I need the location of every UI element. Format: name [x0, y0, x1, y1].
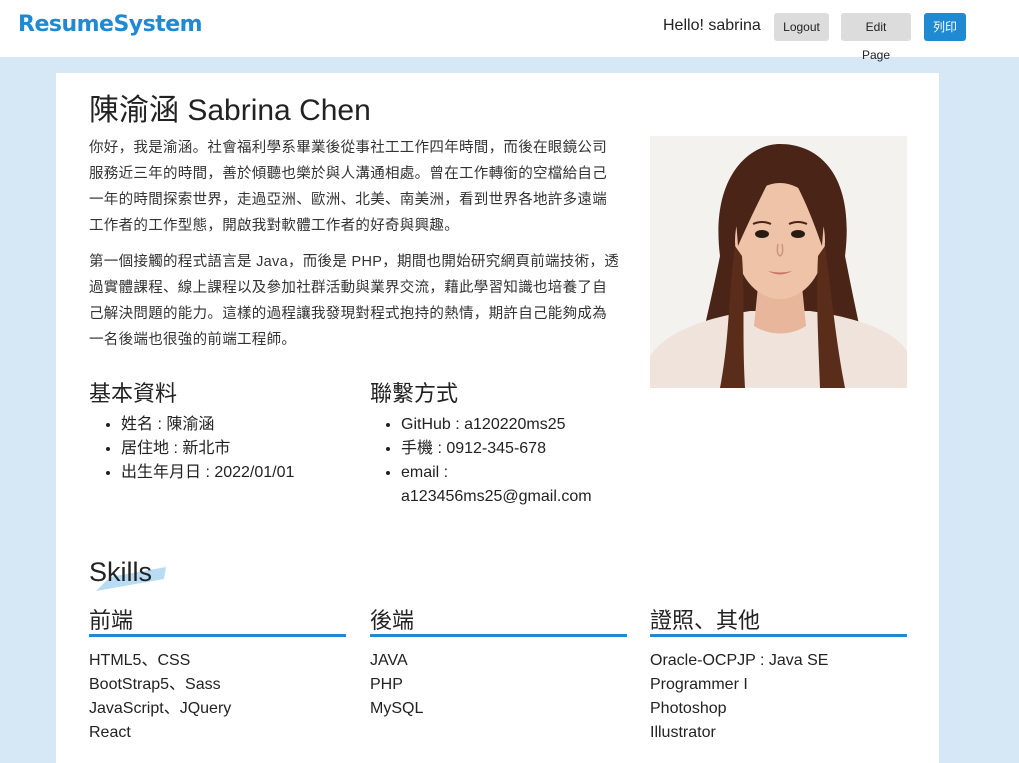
user-greeting: Hello! sabrina: [663, 17, 761, 34]
edit-page-button[interactable]: Edit Page: [841, 13, 911, 62]
list-item: JavaScript、JQuery: [89, 700, 232, 717]
basic-info-heading: 基本資料: [89, 381, 178, 406]
list-item: Illustrator: [650, 724, 716, 741]
skill-list: HTML5、CSS BootStrap5、Sass JavaScript、JQu…: [89, 649, 346, 745]
contact-heading: 聯繫方式: [370, 381, 459, 406]
list-item: PHP: [370, 676, 403, 693]
top-navbar: ResumeSystem Hello! sabrina Logout Edit …: [0, 0, 1019, 62]
list-item: JAVA: [370, 652, 408, 669]
print-button[interactable]: 列印: [924, 13, 966, 41]
profile-photo: [650, 136, 907, 388]
list-item: BootStrap5、Sass: [89, 676, 221, 693]
contact-list: GitHub : a120220ms25 手機 : 0912-345-678 e…: [401, 413, 631, 509]
skill-column-frontend: 前端 HTML5、CSS BootStrap5、Sass JavaScript、…: [89, 603, 346, 745]
skill-column-title: 後端: [370, 603, 627, 637]
skills-heading: Skills: [89, 557, 153, 587]
skill-list: Oracle-OCPJP : Java SE Programmer I Phot…: [650, 649, 907, 745]
list-item: Photoshop: [650, 700, 727, 717]
list-item: GitHub : a120220ms25: [401, 413, 631, 437]
list-item: 手機 : 0912-345-678: [401, 437, 631, 461]
list-item: MySQL: [370, 700, 424, 717]
brand-logo[interactable]: ResumeSystem: [18, 12, 203, 37]
list-item: email : a123456ms25@gmail.com: [401, 461, 631, 509]
skill-column-title: 證照、其他: [650, 603, 907, 637]
intro-text: 你好，我是渝涵。社會福利學系畢業後從事社工工作四年時間，而後在眼鏡公司服務近三年…: [89, 135, 619, 363]
intro-paragraph: 第一個接觸的程式語言是 Java，而後是 PHP，期間也開始研究網頁前端技術，透…: [89, 254, 619, 348]
basic-info-list: 姓名 : 陳渝涵 居住地 : 新北市 出生年月日 : 2022/01/01: [121, 413, 361, 485]
skill-column-certifications: 證照、其他 Oracle-OCPJP : Java SE Programmer …: [650, 603, 907, 745]
skill-column-backend: 後端 JAVA PHP MySQL: [370, 603, 627, 721]
list-item: React: [89, 724, 131, 741]
resume-card: 陳渝涵 Sabrina Chen 你好，我是渝涵。社會福利學系畢業後從事社工工作…: [56, 73, 939, 763]
logout-button[interactable]: Logout: [774, 13, 829, 41]
list-item: 居住地 : 新北市: [121, 437, 361, 461]
intro-paragraph: 你好，我是渝涵。社會福利學系畢業後從事社工工作四年時間，而後在眼鏡公司服務近三年…: [89, 140, 607, 234]
skill-column-title: 前端: [89, 603, 346, 637]
list-item: 出生年月日 : 2022/01/01: [121, 461, 361, 485]
list-item: Programmer I: [650, 676, 748, 693]
profile-name: 陳渝涵 Sabrina Chen: [89, 94, 371, 127]
list-item: Oracle-OCPJP : Java SE: [650, 652, 829, 669]
skill-list: JAVA PHP MySQL: [370, 649, 627, 721]
list-item: HTML5、CSS: [89, 652, 191, 669]
list-item: 姓名 : 陳渝涵: [121, 413, 361, 437]
